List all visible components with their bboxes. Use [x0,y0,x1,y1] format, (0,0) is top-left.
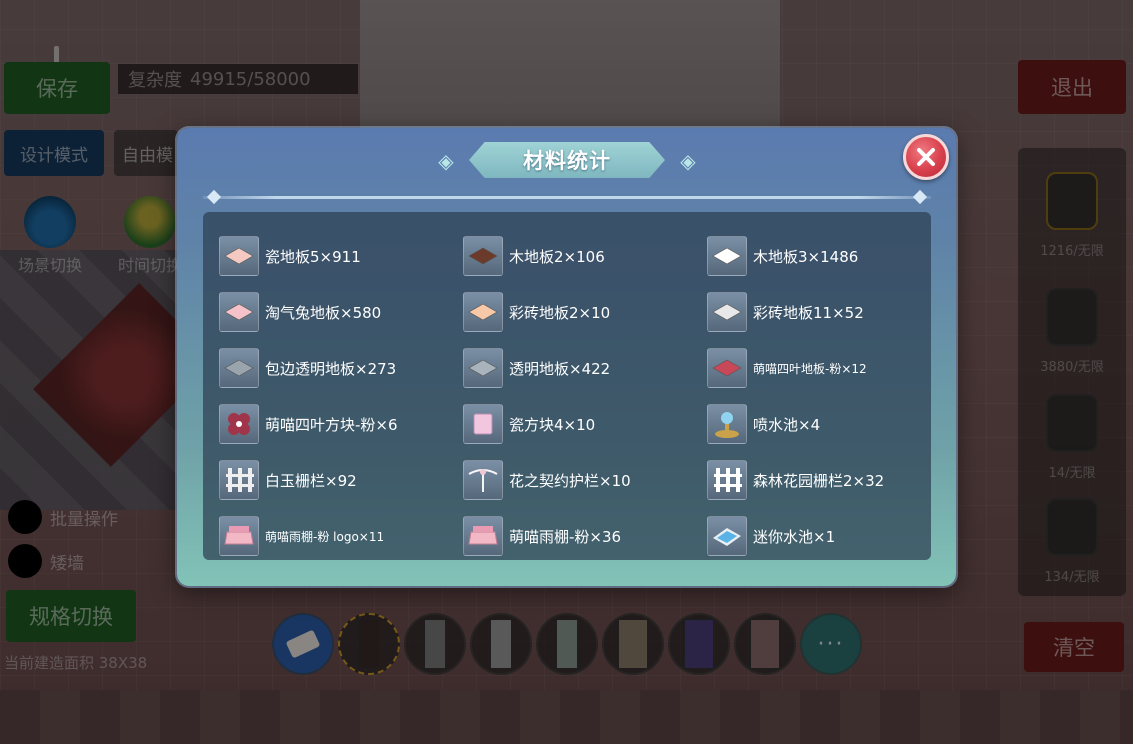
material-item-label: 瓷地板5×911 [265,247,361,266]
material-item: 萌喵四叶地板-粉×12 [707,340,937,396]
ornament-icon: ◈ [438,149,454,173]
material-item-label: 迷你水池×1 [753,527,836,546]
material-item-label: 包边透明地板×273 [265,359,397,378]
material-item: 瓷方块4×10 [463,396,707,452]
material-item-label: 萌喵四叶方块-粉×6 [265,415,398,434]
material-item: 彩砖地板2×10 [463,284,707,340]
material-item-label: 萌喵四叶地板-粉×12 [753,361,867,376]
material-item-label: 木地板2×106 [509,247,605,266]
flower-ribbon-railing-icon [463,460,503,500]
material-item: 瓷地板5×911 [219,228,463,284]
white-brick-floor-icon [707,292,747,332]
material-item: 森林花园栅栏2×32 [707,452,937,508]
dialog-title-banner: ◈ 材料统计 ◈ [427,140,707,180]
glass-floor-icon [463,348,503,388]
material-item: 花之契约护栏×10 [463,452,707,508]
bunny-floor-icon [219,292,259,332]
material-item: 彩砖地板11×52 [707,284,937,340]
material-stats-dialog: ◈ 材料统计 ◈ 瓷地板5×911 木地板2×106 木地板3×1486 淘气兔地板×… [177,128,956,586]
pink-floor-tile-icon [219,236,259,276]
white-wood-floor-icon [707,236,747,276]
material-item-label: 透明地板×422 [509,359,611,378]
divider-gem [912,189,928,205]
material-item: 木地板2×106 [463,228,707,284]
material-item-label: 花之契约护栏×10 [509,471,631,490]
material-item: 萌喵雨棚-粉×36 [463,508,707,564]
material-item: 白玉栅栏×92 [219,452,463,508]
material-item: 萌喵四叶方块-粉×6 [219,396,463,452]
close-button[interactable] [903,134,949,180]
divider-gem [206,189,222,205]
cat-clover-floor-icon [707,348,747,388]
material-item-label: 喷水池×4 [753,415,821,434]
material-item-label: 萌喵雨棚-粉×36 [509,527,622,546]
material-item: 淘气兔地板×580 [219,284,463,340]
white-jade-fence-icon [219,460,259,500]
dialog-title: 材料统计 [523,149,611,173]
peach-brick-floor-icon [463,292,503,332]
material-item-label: 彩砖地板2×10 [509,303,611,322]
material-item: 木地板3×1486 [707,228,937,284]
ornament-icon: ◈ [680,149,696,173]
material-item: 萌喵雨棚-粉 logo×11 [219,508,463,564]
brown-wood-floor-icon [463,236,503,276]
material-item-label: 瓷方块4×10 [509,415,596,434]
mini-pool-icon [707,516,747,556]
fountain-icon [707,404,747,444]
material-item-label: 淘气兔地板×580 [265,303,382,322]
material-item-label: 彩砖地板11×52 [753,303,864,322]
material-item: 喷水池×4 [707,396,937,452]
pink-cube-icon [463,404,503,444]
close-icon [917,148,935,166]
material-item-label: 萌喵雨棚-粉 logo×11 [265,529,385,544]
material-list-panel: 瓷地板5×911 木地板2×106 木地板3×1486 淘气兔地板×580 彩砖地板2×… [203,212,931,560]
cat-awning-logo-icon [219,516,259,556]
material-item: 包边透明地板×273 [219,340,463,396]
material-item-label: 木地板3×1486 [753,247,859,266]
cat-clover-block-icon [219,404,259,444]
material-item: 透明地板×422 [463,340,707,396]
edged-glass-floor-icon [219,348,259,388]
material-item-label: 森林花园栅栏2×32 [753,471,885,490]
material-item-label: 白玉栅栏×92 [265,471,357,490]
material-item: 迷你水池×1 [707,508,937,564]
material-grid: 瓷地板5×911 木地板2×106 木地板3×1486 淘气兔地板×580 彩砖地板2×… [219,228,917,564]
garden-fence-icon [707,460,747,500]
title-divider [203,189,931,205]
cat-awning-icon [463,516,503,556]
